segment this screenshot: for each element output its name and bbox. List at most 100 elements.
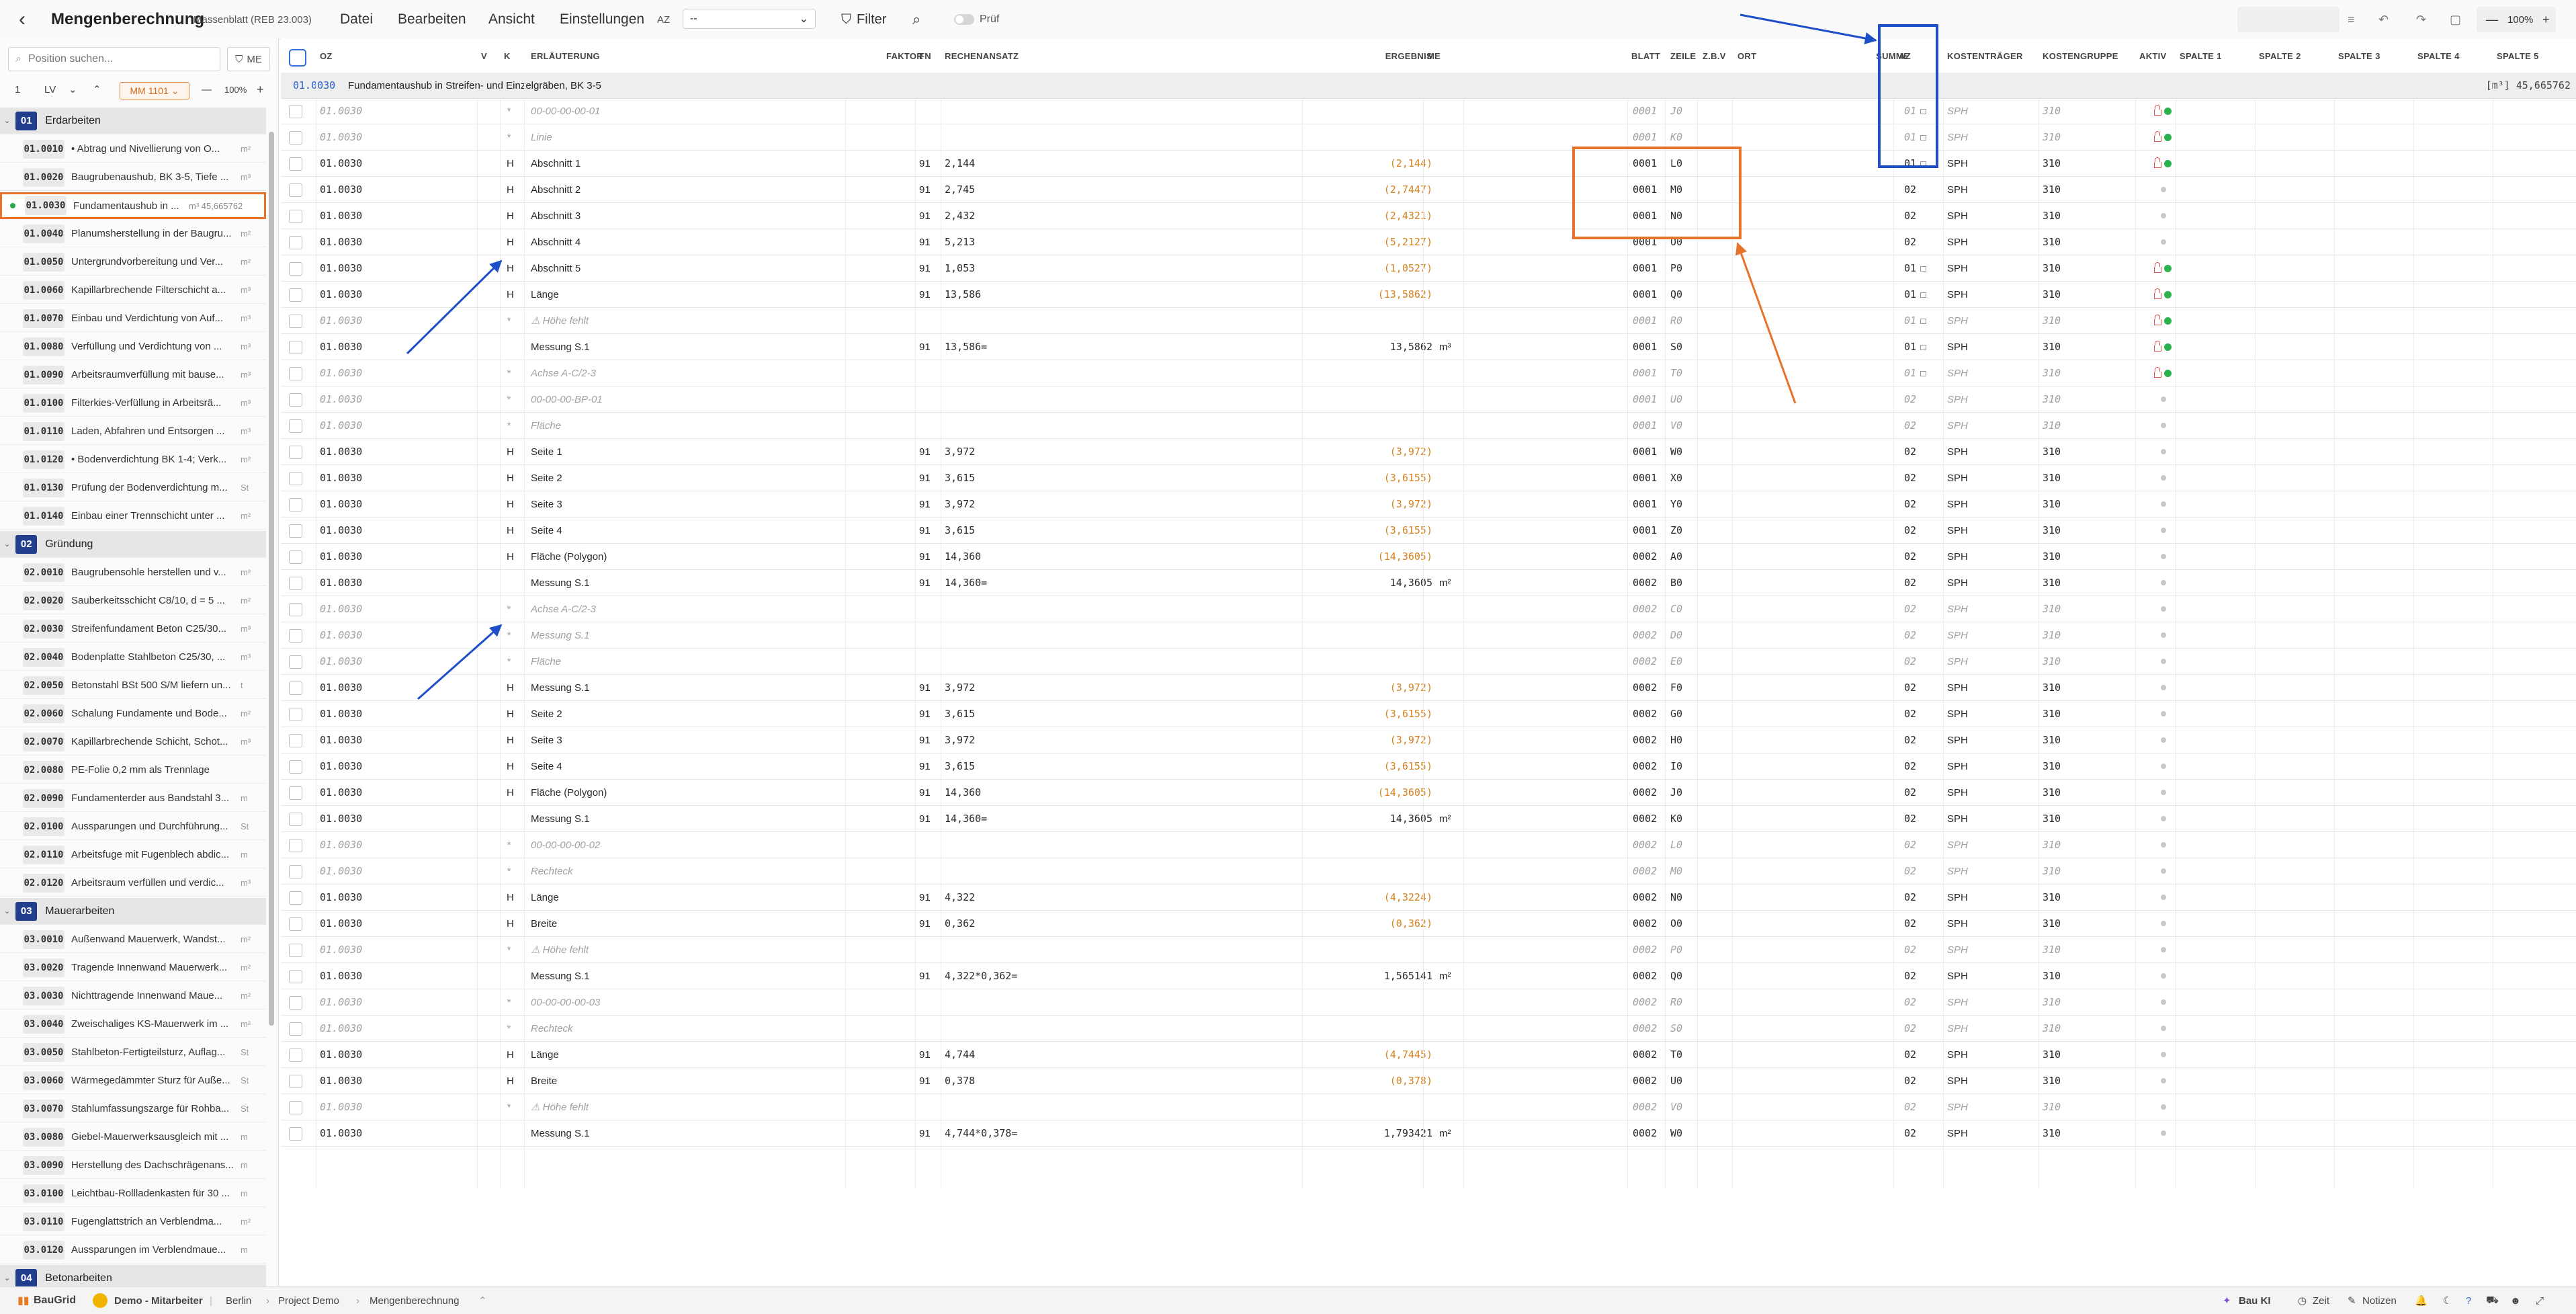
cell-zeile[interactable]: H0 <box>1670 727 1682 753</box>
table-row[interactable]: 01.0030 H Fläche (Polygon) 91 14,360 (14,3605… <box>281 544 2576 570</box>
cell-az[interactable]: 02 <box>1904 911 1916 936</box>
cell-erl[interactable]: Rechteck <box>531 858 573 884</box>
cell-fn[interactable]: 91 <box>919 701 931 727</box>
cell-blatt[interactable]: 0002 <box>1633 1042 1657 1067</box>
cell-k[interactable]: * <box>507 832 511 858</box>
cell-fn[interactable]: 91 <box>919 1042 931 1067</box>
cell-oz[interactable]: 01.0030 <box>320 701 362 727</box>
cell-blatt[interactable]: 0002 <box>1633 963 1657 989</box>
row-checkbox[interactable] <box>289 577 302 590</box>
aktiv-status[interactable] <box>2141 308 2172 333</box>
tree-item[interactable]: 03.0090 Herstellung des Dachschrägenans..… <box>0 1152 266 1179</box>
moon-icon[interactable]: ☾ <box>2443 1287 2452 1314</box>
chevron-up-icon[interactable]: ⌃ <box>478 1287 487 1314</box>
cell-fn[interactable]: 91 <box>919 282 931 307</box>
cell-zeile[interactable]: S0 <box>1670 1016 1682 1041</box>
cell-zeile[interactable]: X0 <box>1670 465 1682 491</box>
cell-blatt[interactable]: 0001 <box>1633 151 1657 176</box>
cell-k[interactable]: * <box>507 989 511 1015</box>
cell-kt[interactable]: SPH <box>1947 753 1968 779</box>
cell-blatt[interactable]: 0001 <box>1633 360 1657 386</box>
table-row[interactable]: 01.0030 H Fläche (Polygon) 91 14,360 (14,3605… <box>281 780 2576 806</box>
col-zeile[interactable]: ZEILE <box>1670 39 1696 73</box>
tree-item[interactable]: 02.0020 Sauberkeitsschicht C8/10, d = 5 .… <box>0 587 266 614</box>
cell-erl[interactable]: Seite 3 <box>531 491 562 517</box>
cell-zeile[interactable]: R0 <box>1670 989 1682 1015</box>
cell-az[interactable]: 02 <box>1904 858 1916 884</box>
tree-item[interactable]: 01.0010 • Abtrag und Nivellierung von O..… <box>0 136 266 163</box>
cell-az[interactable]: 02 <box>1904 649 1916 674</box>
cell-kg[interactable]: 310 <box>2043 151 2061 176</box>
cell-erl[interactable]: Fläche <box>531 413 561 438</box>
level-value[interactable]: 1 <box>15 78 20 101</box>
cell-rech[interactable]: 3,615 <box>945 701 975 727</box>
cell-az[interactable]: 01 <box>1904 308 1916 333</box>
aktiv-status[interactable] <box>2141 701 2166 727</box>
cell-kg[interactable]: 310 <box>2043 334 2061 360</box>
cell-oz[interactable]: 01.0030 <box>320 518 362 543</box>
col-oz[interactable]: OZ <box>320 39 333 73</box>
aktiv-status[interactable] <box>2141 727 2166 753</box>
cell-kg[interactable]: 310 <box>2043 858 2061 884</box>
cell-kg[interactable]: 310 <box>2043 413 2061 438</box>
tree-item[interactable]: 03.0030 Nichttragende Innenwand Maue... m² <box>0 983 266 1010</box>
table-row[interactable]: 01.0030 * Fläche 0001 V0 02 SPH 310 <box>281 413 2576 439</box>
col-aktiv[interactable]: AKTIV <box>2139 39 2167 73</box>
row-checkbox[interactable] <box>289 865 302 878</box>
cell-oz[interactable]: 01.0030 <box>320 780 362 805</box>
row-checkbox[interactable] <box>289 682 302 695</box>
cell-az[interactable]: 02 <box>1904 727 1916 753</box>
cell-rech[interactable]: 2,144 <box>945 151 975 176</box>
cell-kg[interactable]: 310 <box>2043 753 2061 779</box>
menu-bearbeiten[interactable]: Bearbeiten <box>398 0 466 39</box>
cell-az[interactable]: 02 <box>1904 544 1916 569</box>
clipboard-icon[interactable]: ▢ <box>2450 0 2461 39</box>
cell-zeile[interactable]: G0 <box>1670 701 1682 727</box>
table-row[interactable]: 01.0030 H Breite 91 0,362 (0,362) 0002 O0 02 SPH 3… <box>281 911 2576 937</box>
select-all-checkbox[interactable] <box>289 49 306 67</box>
aktiv-status[interactable] <box>2141 491 2166 517</box>
cell-oz[interactable]: 01.0030 <box>320 1016 362 1041</box>
cell-erg[interactable]: (2,4321) <box>1302 203 1432 229</box>
cell-kt[interactable]: SPH <box>1947 937 1968 962</box>
cell-zeile[interactable]: W0 <box>1670 439 1682 464</box>
cell-kg[interactable]: 310 <box>2043 1120 2061 1146</box>
cell-zeile[interactable]: Z0 <box>1670 518 1682 543</box>
cell-kt[interactable]: SPH <box>1947 806 1968 831</box>
cell-kt[interactable]: SPH <box>1947 622 1968 648</box>
table-row[interactable]: 01.0030 H Abschnitt 5 91 1,053 (1,0527) 0001 P0… <box>281 255 2576 282</box>
cell-oz[interactable]: 01.0030 <box>320 911 362 936</box>
cell-erl[interactable]: Länge <box>531 282 559 307</box>
row-checkbox[interactable] <box>289 813 302 826</box>
cell-zeile[interactable]: J0 <box>1670 780 1682 805</box>
cell-erl[interactable]: Messung S.1 <box>531 806 590 831</box>
cell-kg[interactable]: 310 <box>2043 832 2061 858</box>
aktiv-status[interactable] <box>2141 439 2166 464</box>
cell-blatt[interactable]: 0001 <box>1633 255 1657 281</box>
cell-az[interactable]: 02 <box>1904 701 1916 727</box>
table-row[interactable]: 01.0030 * Fläche 0002 E0 02 SPH 310 <box>281 649 2576 675</box>
cell-k[interactable]: H <box>507 151 514 176</box>
chevron-up-icon[interactable]: ⌃ <box>93 78 101 101</box>
cell-blatt[interactable]: 0001 <box>1633 229 1657 255</box>
cell-erg[interactable] <box>1302 98 1432 124</box>
cell-erg[interactable]: 1,793421 <box>1302 1120 1432 1146</box>
cell-zeile[interactable]: R0 <box>1670 308 1682 333</box>
menu-einstellungen[interactable]: Einstellungen <box>560 0 644 39</box>
cell-rech[interactable]: 14,360= <box>945 570 987 596</box>
table-row[interactable]: 01.0030 H Abschnitt 3 91 2,432 (2,4321) 0001 N0… <box>281 203 2576 229</box>
cell-me[interactable]: m² <box>1439 963 1451 989</box>
cell-az[interactable]: 02 <box>1904 596 1916 622</box>
cell-erg[interactable] <box>1302 937 1432 962</box>
cell-kt[interactable]: SPH <box>1947 282 1968 307</box>
cell-fn[interactable]: 91 <box>919 963 931 989</box>
cell-zeile[interactable]: E0 <box>1670 649 1682 674</box>
col-blatt[interactable]: BLATT <box>1631 39 1660 73</box>
cell-erg[interactable]: (3,972) <box>1302 491 1432 517</box>
cell-blatt[interactable]: 0001 <box>1633 386 1657 412</box>
cell-erg[interactable]: 13,5862 <box>1302 334 1432 360</box>
cell-kt[interactable]: SPH <box>1947 124 1968 150</box>
cell-az[interactable]: 02 <box>1904 413 1916 438</box>
cell-erl[interactable]: Breite <box>531 1068 557 1094</box>
cell-fn[interactable]: 91 <box>919 255 931 281</box>
